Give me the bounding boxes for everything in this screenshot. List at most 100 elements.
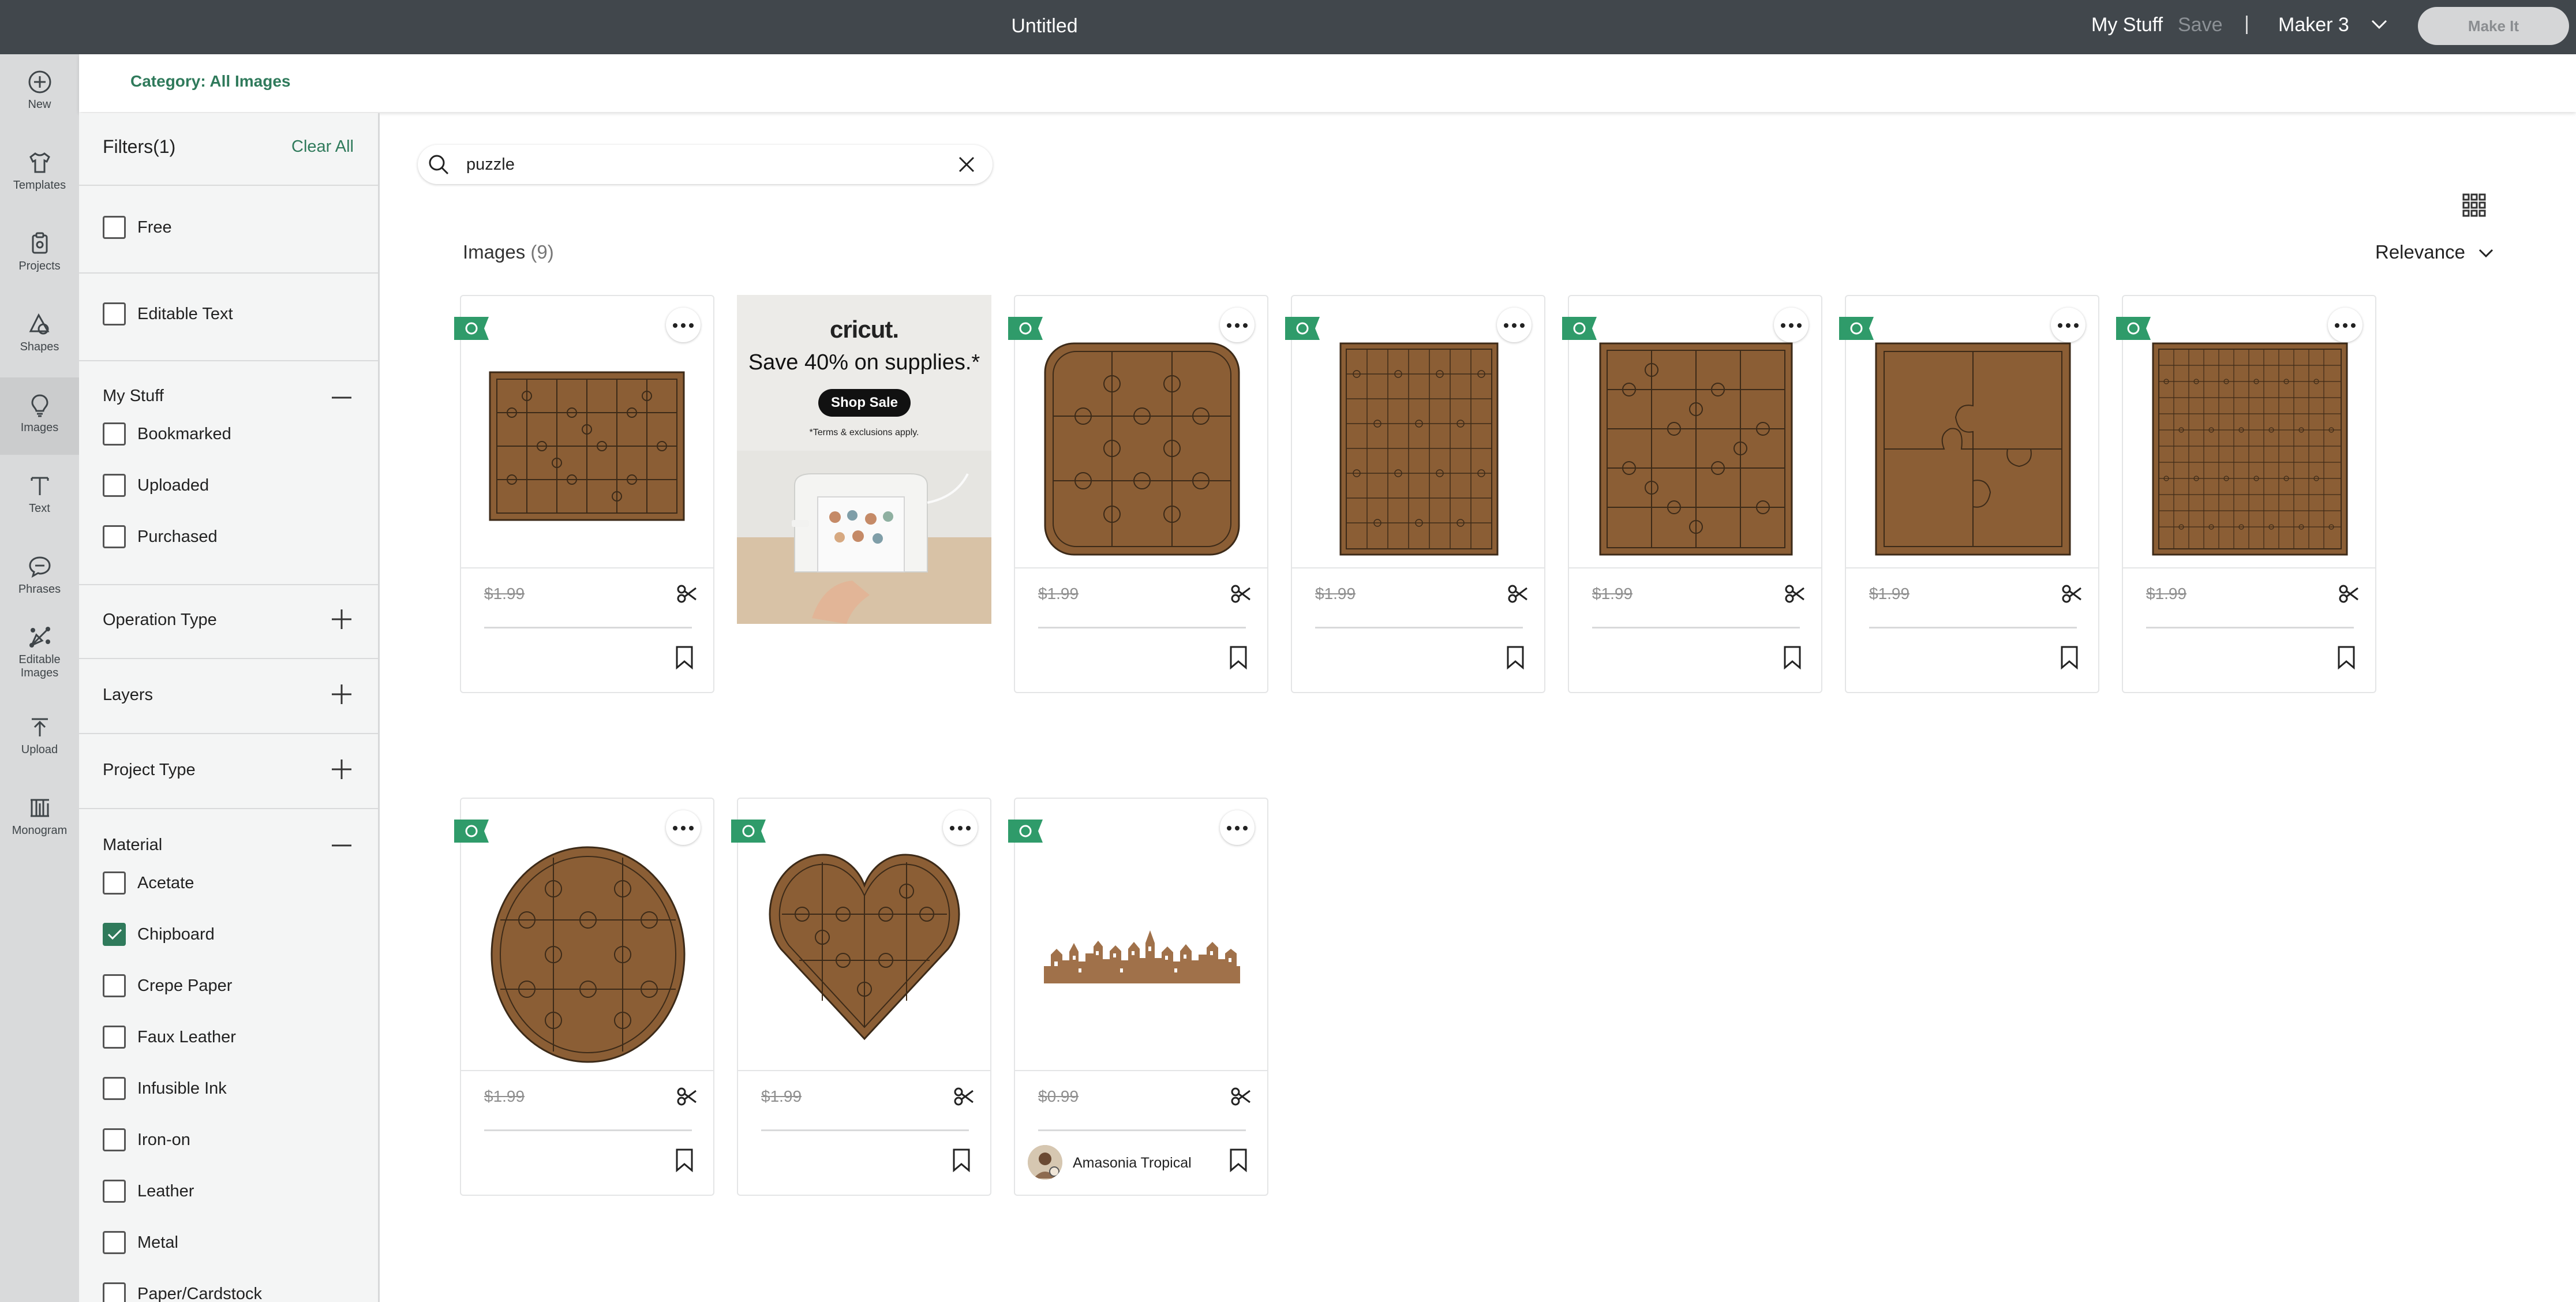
faux-leather-checkbox[interactable] bbox=[103, 1026, 126, 1049]
monogram-icon bbox=[30, 799, 49, 817]
free-checkbox[interactable] bbox=[103, 216, 126, 239]
crepe-paper-checkbox[interactable] bbox=[103, 974, 126, 997]
bookmark-icon[interactable] bbox=[675, 645, 694, 669]
bookmark-icon[interactable] bbox=[1783, 645, 1802, 669]
category-bar: Category: All Images bbox=[79, 54, 2576, 112]
separator: | bbox=[2244, 13, 2249, 35]
more-options-button[interactable] bbox=[2328, 308, 2362, 342]
infusible-ink-checkbox[interactable] bbox=[103, 1077, 126, 1100]
bookmarked-label: Bookmarked bbox=[137, 425, 231, 443]
rail-item-templates[interactable]: Templates bbox=[0, 150, 79, 192]
leather-label: Leather bbox=[137, 1182, 194, 1200]
bookmark-icon[interactable] bbox=[1229, 645, 1248, 669]
plus-icon[interactable] bbox=[331, 608, 353, 630]
more-options-button[interactable] bbox=[2051, 308, 2085, 342]
iron-on-label: Iron-on bbox=[137, 1131, 190, 1149]
ad-product-image bbox=[737, 451, 991, 624]
save-button[interactable]: Save bbox=[2178, 14, 2223, 36]
paper-cardstock-checkbox[interactable] bbox=[103, 1282, 126, 1302]
image-card[interactable]: $1.99 bbox=[731, 798, 991, 1196]
bookmark-icon[interactable] bbox=[952, 1148, 971, 1172]
rail-item-upload[interactable]: Upload bbox=[0, 714, 79, 757]
rail-item-shapes[interactable]: Shapes bbox=[0, 312, 79, 354]
purchased-checkbox[interactable] bbox=[103, 525, 126, 548]
search-bar[interactable]: puzzle bbox=[418, 145, 993, 184]
more-options-button[interactable] bbox=[666, 308, 701, 342]
rail-item-label: Text bbox=[29, 502, 50, 515]
bookmark-icon[interactable] bbox=[2060, 645, 2079, 669]
minus-icon[interactable] bbox=[331, 835, 353, 856]
layers-section-title[interactable]: Layers bbox=[103, 686, 153, 705]
price: $1.99 bbox=[484, 1087, 525, 1105]
shop-sale-button[interactable]: Shop Sale bbox=[818, 389, 911, 417]
access-badge-icon bbox=[454, 317, 489, 340]
image-card[interactable]: $1.99 bbox=[1285, 295, 1545, 693]
search-input[interactable]: puzzle bbox=[466, 155, 515, 174]
avatar[interactable] bbox=[1028, 1145, 1062, 1180]
operation-type-section-title[interactable]: Operation Type bbox=[103, 611, 217, 630]
scissors-icon bbox=[1231, 1087, 1250, 1106]
divider bbox=[1038, 627, 1246, 628]
iron-on-checkbox[interactable] bbox=[103, 1128, 126, 1151]
material-section-title[interactable]: Material bbox=[103, 836, 162, 855]
project-type-section-title[interactable]: Project Type bbox=[103, 761, 196, 780]
uploaded-label: Uploaded bbox=[137, 476, 209, 495]
project-title[interactable]: Untitled bbox=[0, 0, 2089, 54]
more-options-button[interactable] bbox=[666, 810, 701, 845]
more-options-button[interactable] bbox=[1497, 308, 1532, 342]
rail-item-phrases[interactable]: Phrases bbox=[0, 554, 79, 596]
acetate-checkbox[interactable] bbox=[103, 871, 126, 895]
rail-item-label: Monogram bbox=[12, 824, 68, 837]
chipboard-checkbox[interactable] bbox=[103, 923, 126, 946]
author-name[interactable]: Amasonia Tropical bbox=[1073, 1155, 1192, 1172]
access-badge-icon bbox=[1562, 317, 1597, 340]
rail-item-monogram[interactable]: Monogram bbox=[0, 795, 79, 837]
plus-icon[interactable] bbox=[331, 683, 353, 705]
scissors-icon bbox=[1785, 585, 1804, 603]
access-badge-icon bbox=[1008, 820, 1043, 843]
plus-icon[interactable] bbox=[331, 758, 353, 780]
more-options-button[interactable] bbox=[1220, 810, 1255, 845]
price: $1.99 bbox=[1869, 585, 1910, 603]
my-stuff-link[interactable]: My Stuff bbox=[2091, 14, 2163, 36]
rail-item-images[interactable]: Images bbox=[0, 377, 79, 455]
image-card[interactable]: $1.99 bbox=[1562, 295, 1822, 693]
image-card[interactable]: $1.99 bbox=[454, 798, 714, 1196]
make-it-button[interactable]: Make It bbox=[2418, 7, 2569, 45]
more-options-button[interactable] bbox=[1774, 308, 1809, 342]
filters-title: Filters(1) bbox=[103, 136, 176, 157]
image-card[interactable]: $1.99 bbox=[1839, 295, 2099, 693]
image-card[interactable]: $1.99 bbox=[1008, 295, 1268, 693]
bookmark-icon[interactable] bbox=[1229, 1148, 1248, 1172]
more-options-button[interactable] bbox=[1220, 308, 1255, 342]
image-card[interactable]: $1.99 bbox=[454, 295, 714, 693]
bookmark-icon[interactable] bbox=[675, 1148, 694, 1172]
results-number: (9) bbox=[530, 241, 554, 263]
grid-view-icon[interactable] bbox=[2462, 193, 2487, 218]
sort-dropdown[interactable]: Relevance bbox=[2375, 241, 2493, 263]
category-link[interactable]: Category: All Images bbox=[130, 72, 290, 91]
leather-checkbox[interactable] bbox=[103, 1180, 126, 1203]
bookmark-icon[interactable] bbox=[1506, 645, 1525, 669]
close-icon[interactable] bbox=[957, 155, 976, 174]
results-count: Images (9) bbox=[463, 241, 554, 263]
more-options-button[interactable] bbox=[943, 810, 978, 845]
editable-text-checkbox[interactable] bbox=[103, 302, 126, 326]
rail-item-text[interactable]: Text bbox=[0, 473, 79, 515]
rail-item-projects[interactable]: Projects bbox=[0, 231, 79, 273]
machine-selector[interactable]: Maker 3 bbox=[2278, 14, 2387, 36]
uploaded-checkbox[interactable] bbox=[103, 474, 126, 497]
bookmark-icon[interactable] bbox=[2337, 645, 2356, 669]
image-card[interactable]: $0.99 Amasonia Tropical bbox=[1008, 798, 1268, 1196]
minus-icon[interactable] bbox=[331, 387, 353, 409]
image-card[interactable]: $1.99 bbox=[2116, 295, 2376, 693]
metal-checkbox[interactable] bbox=[103, 1231, 126, 1254]
scissors-icon bbox=[677, 1087, 697, 1106]
bookmarked-checkbox[interactable] bbox=[103, 422, 126, 446]
clear-all-link[interactable]: Clear All bbox=[291, 137, 354, 156]
rail-item-new[interactable]: New bbox=[0, 69, 79, 111]
top-bar: Untitled My Stuff Save | Maker 3 Make It bbox=[0, 0, 2576, 54]
rail-item-editable-images[interactable]: Editable Images bbox=[0, 624, 79, 680]
promo-ad[interactable]: cricut. Save 40% on supplies.* Shop Sale… bbox=[737, 295, 991, 624]
my-stuff-section-title[interactable]: My Stuff bbox=[103, 387, 164, 406]
